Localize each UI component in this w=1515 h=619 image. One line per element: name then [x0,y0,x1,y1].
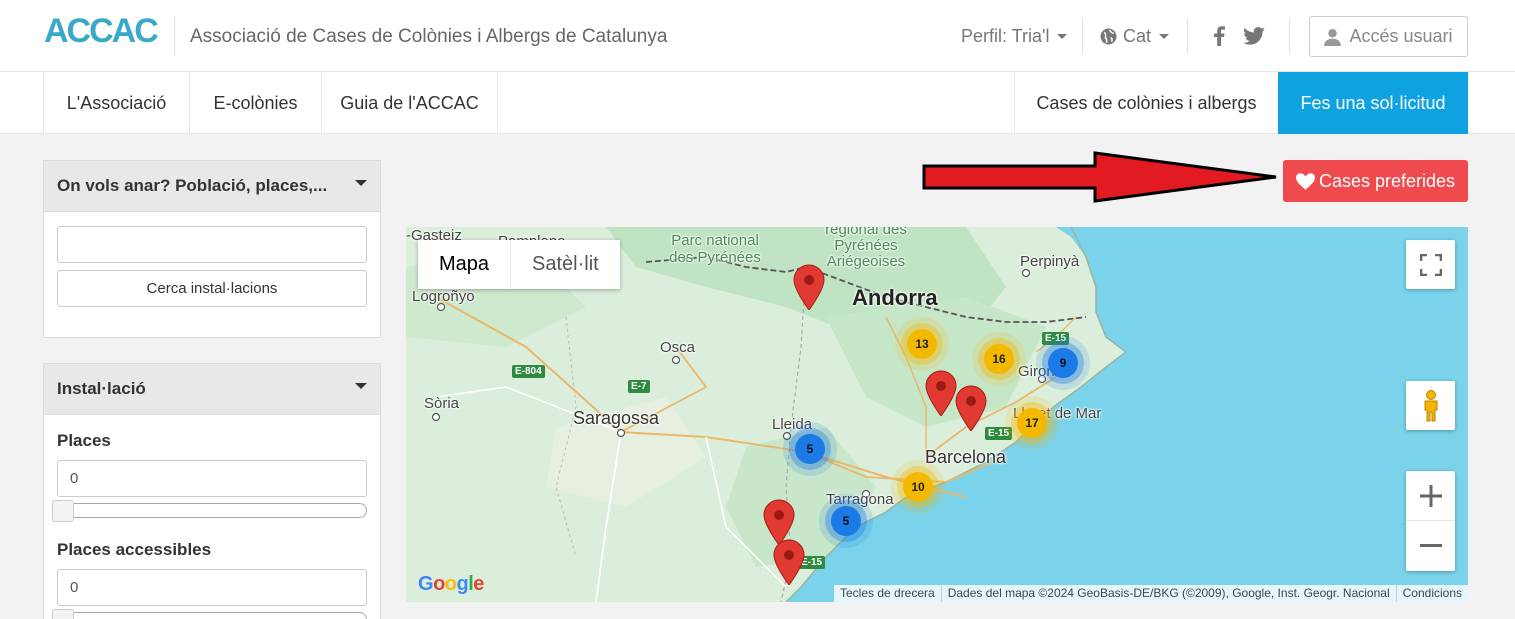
top-header: ACCAC Associació de Cases de Colònies i … [0,0,1515,72]
search-panel-header[interactable]: On vols anar? Població, places,... [44,161,380,212]
map-label-osca: Osca [660,339,696,356]
red-arrow-annotation [922,151,1277,203]
map-cluster[interactable]: 13 [907,329,937,359]
map-type-toggle: Mapa Satèl·lit [418,240,620,289]
user-icon [1324,28,1342,46]
favorites-button[interactable]: Cases preferides [1283,160,1468,202]
accessible-places-slider[interactable] [52,609,367,619]
map[interactable]: -Gasteiz Pamplona Logroñyo Parc national… [406,227,1468,602]
profile-dropdown[interactable]: Perfil: Tria'l [961,26,1068,47]
installation-panel-header[interactable]: Instal·lació [44,364,380,415]
road-badge: E-15 [1042,332,1070,345]
places-slider[interactable] [52,500,367,522]
divider [1289,18,1290,54]
road-badge: E-15 [985,427,1013,440]
search-panel-title: On vols anar? Població, places,... [57,176,328,195]
map-pin-icon[interactable] [792,264,826,310]
chevron-down-icon [1159,34,1170,39]
zoom-out-button[interactable] [1406,521,1455,571]
map-attribution: Tecles de drecera Dades del mapa ©2024 G… [833,585,1468,602]
nav-item-guide[interactable]: Guia de l'ACCAC [321,72,498,134]
map-label-soria: Sòria [424,395,460,412]
map-data-text: Dades del mapa ©2024 GeoBasis-DE/BKG (©2… [940,585,1396,602]
map-type-satellite-button[interactable]: Satèl·lit [511,240,620,289]
heart-icon [1295,172,1315,190]
nav-item-association[interactable]: L'Associació [43,72,189,134]
globe-icon [1100,28,1117,45]
svg-text:ACCAC: ACCAC [44,14,158,46]
plus-icon [1419,484,1442,507]
places-input[interactable] [57,460,367,497]
search-input[interactable] [57,226,367,263]
request-button[interactable]: Fes una sol·licitud [1278,72,1468,134]
chevron-down-icon [355,180,367,186]
favorites-label: Cases preferides [1318,170,1456,191]
map-label-parc-ariegeoises: régional des Pyrénées Ariégeoises [825,227,907,270]
google-logo[interactable]: Google [418,573,484,596]
login-label: Accés usuari [1349,26,1453,46]
org-name: Associació de Cases de Colònies i Alberg… [190,26,668,47]
map-type-map-button[interactable]: Mapa [418,240,512,289]
main-nav: L'Associació E-colònies Guia de l'ACCAC … [0,72,1515,134]
fullscreen-icon [1419,253,1442,276]
profile-label: Perfil: Tria'l [961,26,1050,46]
accac-logo[interactable]: ACCAC [44,14,160,46]
keyboard-shortcuts-link[interactable]: Tecles de drecera [834,585,941,602]
search-panel: On vols anar? Població, places,... Cerca… [43,160,381,338]
divider [1187,18,1188,54]
logo-divider [174,16,175,56]
map-cluster[interactable]: 17 [1017,408,1047,438]
chevron-down-icon [1057,34,1068,39]
road-badge: E-7 [628,380,650,393]
chevron-down-icon [355,383,367,389]
slider-handle[interactable] [52,500,74,522]
zoom-in-button[interactable] [1406,471,1455,521]
map-label-barcelona: Barcelona [925,447,1007,467]
minus-icon [1419,544,1442,547]
accessible-places-input[interactable] [57,569,367,606]
map-label-perpinya: Perpinyà [1020,253,1080,270]
map-label-lleida: Lleida [772,416,813,433]
facebook-icon[interactable] [1208,24,1230,48]
login-button[interactable]: Accés usuari [1309,16,1468,57]
map-cluster[interactable]: 16 [984,344,1014,374]
map-label-logronyo: Logroñyo [412,288,475,305]
road-badge: E-804 [512,365,545,378]
map-cluster[interactable]: 9 [1048,348,1078,378]
zoom-control [1406,471,1455,571]
map-pin-icon[interactable] [954,385,988,431]
places-label: Places [57,431,111,450]
language-dropdown[interactable]: Cat [1100,26,1170,47]
language-label: Cat [1123,26,1152,46]
terms-link[interactable]: Condicions [1395,585,1468,602]
map-pin-icon[interactable] [924,370,958,416]
map-label-saragossa: Saragossa [573,408,660,428]
pegman-icon [1424,389,1437,421]
map-cluster[interactable]: 5 [795,434,825,464]
twitter-icon[interactable] [1243,24,1265,48]
map-label-tarragona: Tarragona [826,491,894,508]
map-label-parc-pyrenees: Parc national des Pyrénées [669,232,761,266]
installation-panel: Instal·lació Places Places accessibles [43,363,381,619]
accessible-places-label: Places accessibles [57,540,212,559]
map-pin-icon[interactable] [772,539,806,585]
slider-handle[interactable] [52,609,74,619]
map-cluster[interactable]: 5 [831,506,861,536]
map-label-andorra: Andorra [852,285,938,310]
street-view-button[interactable] [1406,381,1455,430]
nav-item-houses[interactable]: Cases de colònies i albergs [1014,72,1278,134]
installation-panel-title: Instal·lació [57,379,146,398]
search-button[interactable]: Cerca instal·lacions [57,270,367,307]
map-cluster[interactable]: 10 [903,472,933,502]
fullscreen-button[interactable] [1406,240,1455,289]
nav-item-e-colonies[interactable]: E-colònies [189,72,321,134]
divider [1082,18,1083,54]
